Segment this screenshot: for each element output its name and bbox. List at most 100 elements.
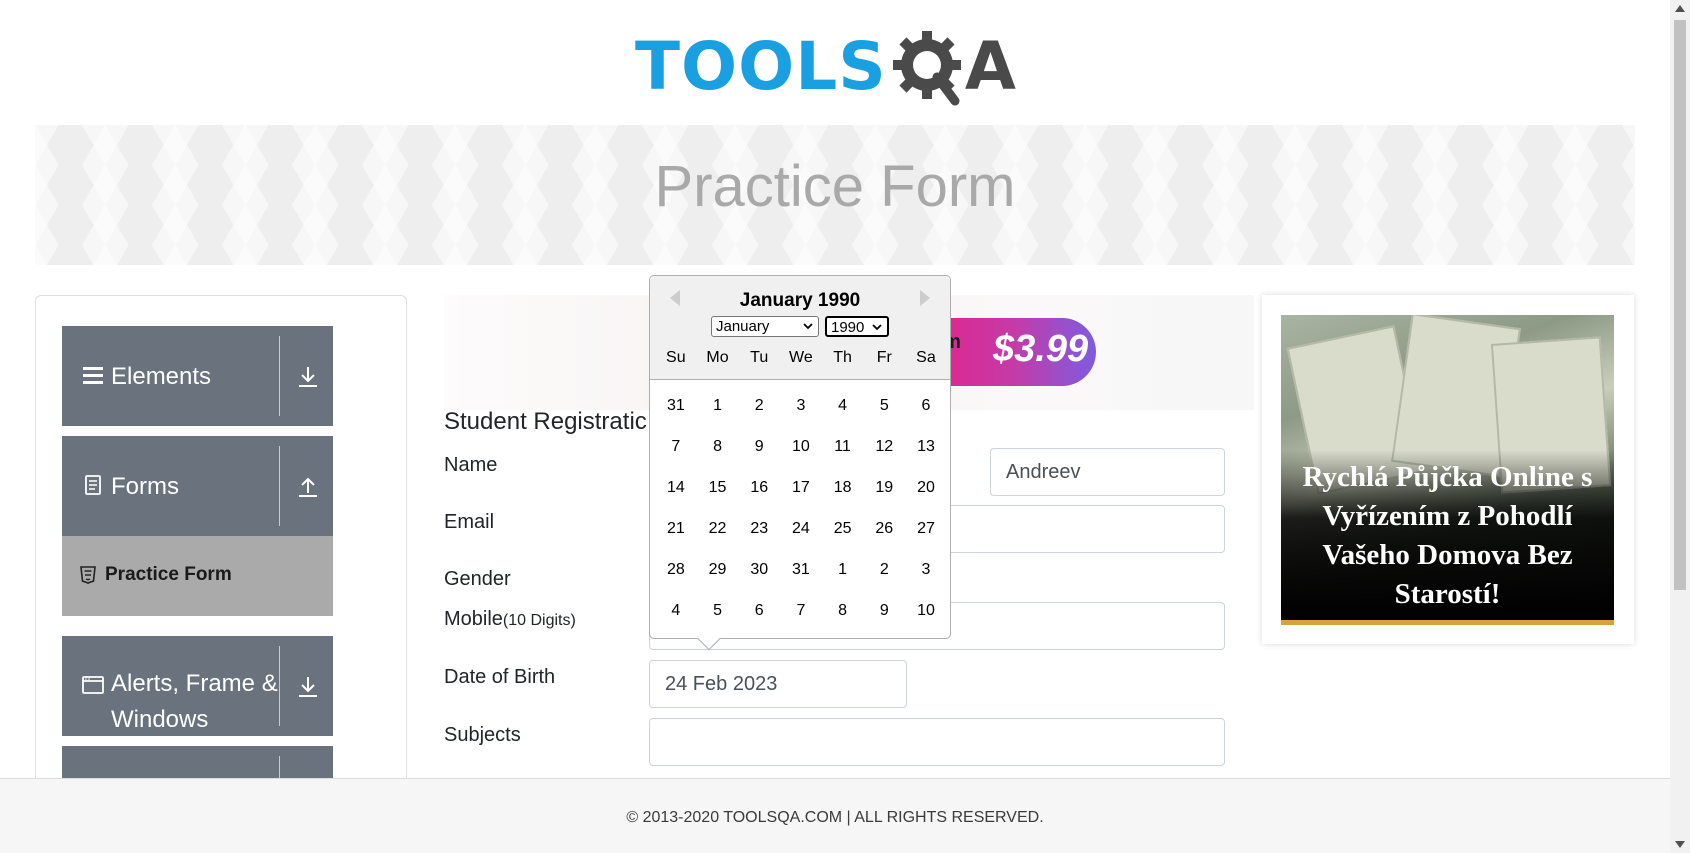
calendar-day[interactable]: 31 — [655, 392, 697, 433]
month-select[interactable]: January — [711, 316, 819, 337]
calendar-day[interactable]: 7 — [655, 433, 697, 474]
subjects-label: Subjects — [444, 724, 521, 746]
calendar-day[interactable]: 16 — [738, 474, 780, 515]
hamburger-icon — [83, 367, 103, 384]
day-name: Su — [666, 349, 686, 366]
year-select-value: 1990 — [831, 319, 865, 336]
name-label: Name — [444, 454, 498, 476]
logo-tools-text: TOOLS — [635, 28, 887, 105]
sidebar-item-practice-form[interactable]: Practice Form — [62, 536, 333, 616]
right-advertisement[interactable]: Rychlá Půjčka Online s Vyřízením z Pohod… — [1262, 295, 1634, 644]
date-picker-grid: 31 1 2 3 4 5 6 7 8 9 10 11 12 13 14 15 16 17 18 19 20 21 22 23 2… — [655, 392, 947, 638]
day-names-row: Su Mo Tu We Th Fr Sa — [655, 349, 947, 367]
calendar-day[interactable]: 24 — [780, 515, 822, 556]
calendar-day[interactable]: 26 — [863, 515, 905, 556]
email-label: Email — [444, 511, 495, 533]
calendar-day[interactable]: 3 — [780, 392, 822, 433]
divider — [279, 336, 280, 416]
calendar-day[interactable]: 5 — [863, 392, 905, 433]
download-icon[interactable] — [295, 674, 321, 700]
ad-accent-bar — [1281, 620, 1614, 625]
day-name: Th — [833, 349, 852, 366]
scroll-down-icon[interactable] — [1675, 841, 1685, 848]
year-select[interactable]: 1990 — [825, 316, 889, 337]
gear-magnifier-icon — [889, 27, 969, 107]
calendar-day[interactable]: 1 — [822, 556, 864, 597]
calendar-day[interactable]: 23 — [738, 515, 780, 556]
calendar-day[interactable]: 10 — [780, 433, 822, 474]
last-name-input[interactable]: Andreev — [990, 448, 1225, 496]
day-name: Sa — [916, 349, 936, 366]
page-title: Practice Form — [654, 154, 1016, 219]
calendar-week-row: 14 15 16 17 18 19 20 — [655, 474, 947, 515]
form-title: Student Registratic — [444, 408, 647, 435]
calendar-day[interactable]: 4 — [822, 392, 864, 433]
calendar-day[interactable]: 15 — [697, 474, 739, 515]
download-icon[interactable] — [295, 364, 321, 390]
calendar-day[interactable]: 6 — [905, 392, 947, 433]
calendar-week-row: 21 22 23 24 25 26 27 — [655, 515, 947, 556]
calendar-week-row: 28 29 30 31 1 2 3 — [655, 556, 947, 597]
nav-group-elements[interactable]: Elements — [62, 326, 333, 426]
chevron-down-icon — [803, 323, 813, 330]
calendar-day[interactable]: 18 — [822, 474, 864, 515]
calendar-day[interactable]: 19 — [863, 474, 905, 515]
calendar-day[interactable]: 17 — [780, 474, 822, 515]
calendar-week-row: 7 8 9 10 11 12 13 — [655, 433, 947, 474]
html5-icon — [80, 566, 96, 584]
calendar-day[interactable]: 10 — [905, 597, 947, 638]
nav-group-forms[interactable]: Forms — [62, 436, 333, 536]
calendar-day[interactable]: 22 — [697, 515, 739, 556]
calendar-day[interactable]: 8 — [822, 597, 864, 638]
calendar-day[interactable]: 1 — [697, 392, 739, 433]
calendar-day[interactable]: 4 — [655, 597, 697, 638]
calendar-day[interactable]: 27 — [905, 515, 947, 556]
scroll-up-icon[interactable] — [1675, 5, 1685, 12]
calendar-day[interactable]: 20 — [905, 474, 947, 515]
calendar-day[interactable]: 8 — [697, 433, 739, 474]
calendar-day[interactable]: 28 — [655, 556, 697, 597]
calendar-day[interactable]: 14 — [655, 474, 697, 515]
calendar-day[interactable]: 9 — [738, 433, 780, 474]
mobile-hint: (10 Digits) — [502, 612, 576, 629]
calendar-week-row: 4 5 6 7 8 9 10 — [655, 597, 947, 638]
subjects-input[interactable] — [649, 718, 1225, 766]
day-name: We — [789, 349, 813, 366]
nav-group-label: Alerts, Frame & Windows — [111, 670, 278, 733]
calendar-day[interactable]: 31 — [780, 556, 822, 597]
calendar-day[interactable]: 3 — [905, 556, 947, 597]
scrollbar-thumb[interactable] — [1674, 20, 1686, 590]
calendar-day[interactable]: 13 — [905, 433, 947, 474]
left-nav-panel: Elements Forms Practice Form Alerts, Fra… — [35, 295, 407, 815]
nav-group-alerts-frame-windows[interactable]: Alerts, Frame & Windows — [62, 636, 333, 736]
mobile-label: Mobile(10 Digits) — [444, 608, 576, 630]
date-of-birth-input[interactable]: 24 Feb 2023 — [649, 660, 907, 708]
gender-label: Gender — [444, 568, 511, 590]
calendar-day[interactable]: 2 — [863, 556, 905, 597]
calendar-day[interactable]: 9 — [863, 597, 905, 638]
calendar-day[interactable]: 6 — [738, 597, 780, 638]
price-value: $3.99 — [993, 328, 1089, 370]
upload-icon[interactable] — [295, 474, 321, 500]
ad-headline: Rychlá Půjčka Online s Vyřízením z Pohod… — [1302, 461, 1593, 610]
calendar-week-row: 31 1 2 3 4 5 6 — [655, 392, 947, 433]
calendar-day[interactable]: 2 — [738, 392, 780, 433]
day-name: Mo — [706, 349, 729, 366]
calendar-day[interactable]: 7 — [780, 597, 822, 638]
day-name: Fr — [876, 349, 892, 366]
toolsqa-logo[interactable]: TOOLS A — [635, 22, 1038, 112]
copyright-text: © 2013-2020 TOOLSQA.COM | ALL RIGHTS RES… — [626, 809, 1044, 826]
month-select-value: January — [716, 318, 770, 335]
divider — [279, 446, 280, 526]
calendar-day[interactable]: 25 — [822, 515, 864, 556]
calendar-day[interactable]: 29 — [697, 556, 739, 597]
nav-group-label: Forms — [111, 473, 179, 500]
date-picker-popup: January 1990 January 1990 Su Mo Tu We Th… — [649, 275, 951, 651]
calendar-day[interactable]: 11 — [822, 433, 864, 474]
window-icon — [82, 676, 104, 694]
calendar-day[interactable]: 30 — [738, 556, 780, 597]
calendar-day[interactable]: 21 — [655, 515, 697, 556]
vertical-scrollbar[interactable] — [1670, 0, 1690, 853]
calendar-day[interactable]: 12 — [863, 433, 905, 474]
sidebar-item-label: Practice Form — [105, 564, 232, 585]
